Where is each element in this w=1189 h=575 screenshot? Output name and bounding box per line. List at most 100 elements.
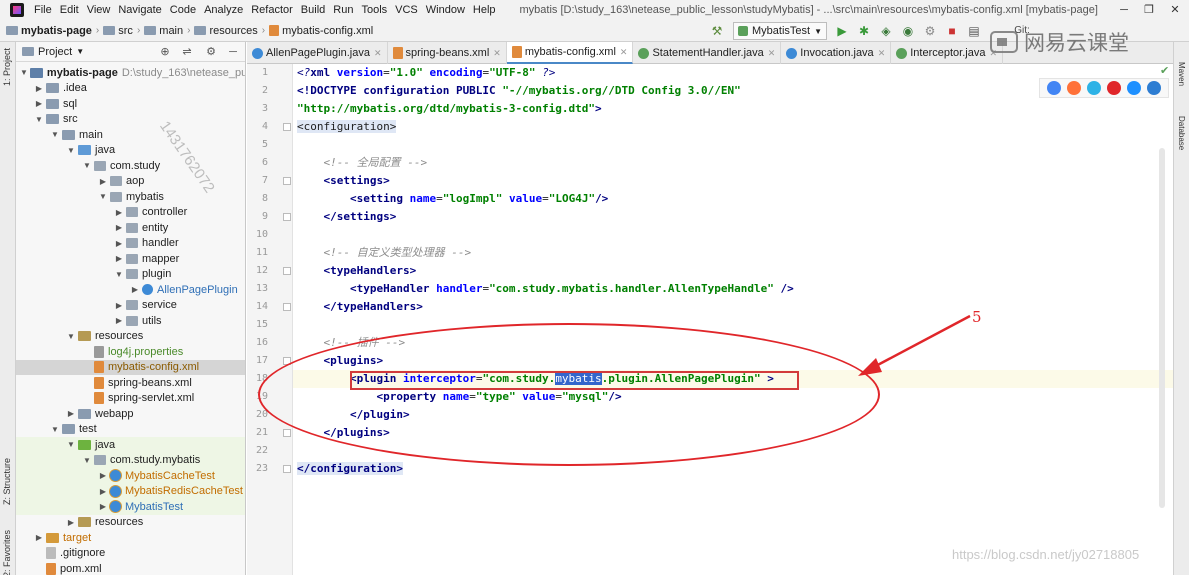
menu-help[interactable]: Help <box>469 0 500 20</box>
collapsed-arrow-icon[interactable]: ▶ <box>34 533 44 542</box>
project-view-select[interactable]: Project <box>38 46 72 58</box>
fold-marker-icon[interactable] <box>283 303 291 311</box>
attach-icon[interactable]: ⚙ <box>923 24 937 38</box>
tree-item-mybatistest[interactable]: ▶ MybatisTest <box>16 499 245 515</box>
firefox-icon[interactable] <box>1067 81 1081 95</box>
expanded-arrow-icon[interactable]: ▼ <box>98 192 108 201</box>
tree-item-allenpageplugin[interactable]: ▶ AllenPagePlugin <box>16 282 245 298</box>
chrome-icon[interactable] <box>1047 81 1061 95</box>
menu-file[interactable]: File <box>30 0 56 20</box>
breadcrumb-resources[interactable]: resources <box>194 25 258 37</box>
code-line[interactable]: <configuration> <box>297 118 397 136</box>
expanded-arrow-icon[interactable]: ▼ <box>66 146 76 155</box>
gear-icon[interactable]: ⚙ <box>204 45 218 59</box>
tree-item-mybatis-config[interactable]: mybatis-config.xml <box>16 359 245 375</box>
minimize-icon[interactable]: ─ <box>1111 0 1137 20</box>
tree-item-com-study[interactable]: ▼ com.study <box>16 158 245 174</box>
edge-icon[interactable] <box>1147 81 1161 95</box>
tab-invocation[interactable]: Invocation.java ✕ <box>781 42 892 64</box>
code-line[interactable]: <typeHandler handler="com.study.mybatis.… <box>297 280 794 298</box>
tree-item-pom[interactable]: pom.xml <box>16 561 245 575</box>
expanded-arrow-icon[interactable]: ▼ <box>82 456 92 465</box>
menu-window[interactable]: Window <box>422 0 469 20</box>
fold-marker-icon[interactable] <box>283 213 291 221</box>
code-line[interactable]: <typeHandlers> <box>297 262 417 280</box>
collapsed-arrow-icon[interactable]: ▶ <box>114 223 124 232</box>
code-line[interactable]: <!-- 全局配置 --> <box>297 154 427 172</box>
menu-vcs[interactable]: VCS <box>391 0 422 20</box>
collapsed-arrow-icon[interactable]: ▶ <box>34 99 44 108</box>
tree-item-controller[interactable]: ▶ controller <box>16 205 245 221</box>
menu-run[interactable]: Run <box>329 0 357 20</box>
ie-icon[interactable] <box>1127 81 1141 95</box>
tree-item-idea[interactable]: ▶ .idea <box>16 81 245 97</box>
close-tab-icon[interactable]: ✕ <box>878 48 886 59</box>
tree-item-mybatiscachetest[interactable]: ▶ MybatisCacheTest <box>16 468 245 484</box>
collapsed-arrow-icon[interactable]: ▶ <box>66 518 76 527</box>
tree-item-mybatis[interactable]: ▼ mybatis <box>16 189 245 205</box>
close-tab-icon[interactable]: ✕ <box>620 47 628 58</box>
menu-build[interactable]: Build <box>297 0 329 20</box>
tree-item-target[interactable]: ▶ target <box>16 530 245 546</box>
database-tool-button[interactable]: Database <box>1177 116 1186 150</box>
tree-item-test[interactable]: ▼ test <box>16 422 245 438</box>
tree-item-sql[interactable]: ▶ sql <box>16 96 245 112</box>
breadcrumb-src[interactable]: src <box>103 25 133 37</box>
safari-icon[interactable] <box>1087 81 1101 95</box>
tree-item-mapper[interactable]: ▶ mapper <box>16 251 245 267</box>
tab-allenpageplugin[interactable]: AllenPagePlugin.java ✕ <box>247 42 388 64</box>
editor-scrollbar[interactable] <box>1159 148 1165 508</box>
opera-icon[interactable] <box>1107 81 1121 95</box>
close-icon[interactable]: ✕ <box>1162 0 1188 20</box>
tree-item-main[interactable]: ▼ main <box>16 127 245 143</box>
tree-item-entity[interactable]: ▶ entity <box>16 220 245 236</box>
tree-item-src[interactable]: ▼ src <box>16 112 245 128</box>
collapsed-arrow-icon[interactable]: ▶ <box>34 84 44 93</box>
stop-icon[interactable]: ■ <box>945 24 959 38</box>
favorites-tool-button[interactable]: 2: Favorites <box>2 530 12 575</box>
collapsed-arrow-icon[interactable]: ▶ <box>98 177 108 186</box>
fold-marker-icon[interactable] <box>283 429 291 437</box>
tree-item-spring-beans[interactable]: spring-beans.xml <box>16 375 245 391</box>
menu-code[interactable]: Code <box>166 0 200 20</box>
run-configuration-select[interactable]: MybatisTest ▼ <box>733 22 827 40</box>
profile-icon[interactable]: ◉ <box>901 24 915 38</box>
run-icon[interactable]: ▶ <box>835 24 849 38</box>
menu-refactor[interactable]: Refactor <box>247 0 297 20</box>
expanded-arrow-icon[interactable]: ▼ <box>82 161 92 170</box>
collapsed-arrow-icon[interactable]: ▶ <box>114 316 124 325</box>
tree-item-service[interactable]: ▶ service <box>16 298 245 314</box>
close-tab-icon[interactable]: ✕ <box>374 48 382 59</box>
breadcrumb-file[interactable]: mybatis-config.xml <box>269 25 373 37</box>
expanded-arrow-icon[interactable]: ▼ <box>50 425 60 434</box>
collapsed-arrow-icon[interactable]: ▶ <box>114 254 124 263</box>
tab-mybatis-config[interactable]: mybatis-config.xml ✕ <box>506 42 634 64</box>
menu-analyze[interactable]: Analyze <box>200 0 247 20</box>
restore-icon[interactable]: ❐ <box>1136 0 1162 20</box>
locate-icon[interactable]: ⊕ <box>158 45 172 59</box>
tree-item-log4j[interactable]: log4j.properties <box>16 344 245 360</box>
coverage-icon[interactable]: ◈ <box>879 24 893 38</box>
hammer-build-icon[interactable]: ⚒ <box>710 24 724 38</box>
close-tab-icon[interactable]: ✕ <box>493 48 501 59</box>
tab-spring-beans[interactable]: spring-beans.xml ✕ <box>388 42 507 64</box>
tree-item-resources[interactable]: ▼ resources <box>16 329 245 345</box>
collapse-all-icon[interactable]: ⇌ <box>180 45 194 59</box>
tab-statementhandler[interactable]: StatementHandler.java ✕ <box>633 42 782 64</box>
tree-item-gitignore[interactable]: .gitignore <box>16 546 245 562</box>
code-line[interactable]: <settings> <box>297 172 390 190</box>
maven-tool-button[interactable]: Maven <box>1177 62 1186 86</box>
code-line[interactable]: <!-- 自定义类型处理器 --> <box>297 244 471 262</box>
menu-navigate[interactable]: Navigate <box>114 0 165 20</box>
expanded-arrow-icon[interactable]: ▼ <box>20 68 28 77</box>
tab-interceptor[interactable]: Interceptor.java ✕ <box>891 42 1003 64</box>
collapsed-arrow-icon[interactable]: ▶ <box>114 208 124 217</box>
collapsed-arrow-icon[interactable]: ▶ <box>98 502 108 511</box>
fold-marker-icon[interactable] <box>283 123 291 131</box>
fold-marker-icon[interactable] <box>283 267 291 275</box>
code-line[interactable]: "http://mybatis.org/dtd/mybatis-3-config… <box>297 100 602 118</box>
code-line[interactable]: </typeHandlers> <box>297 298 423 316</box>
tree-item-mybatisrediscachetest[interactable]: ▶ MybatisRedisCacheTest <box>16 483 245 499</box>
expanded-arrow-icon[interactable]: ▼ <box>34 115 44 124</box>
hide-icon[interactable]: ─ <box>226 45 240 59</box>
